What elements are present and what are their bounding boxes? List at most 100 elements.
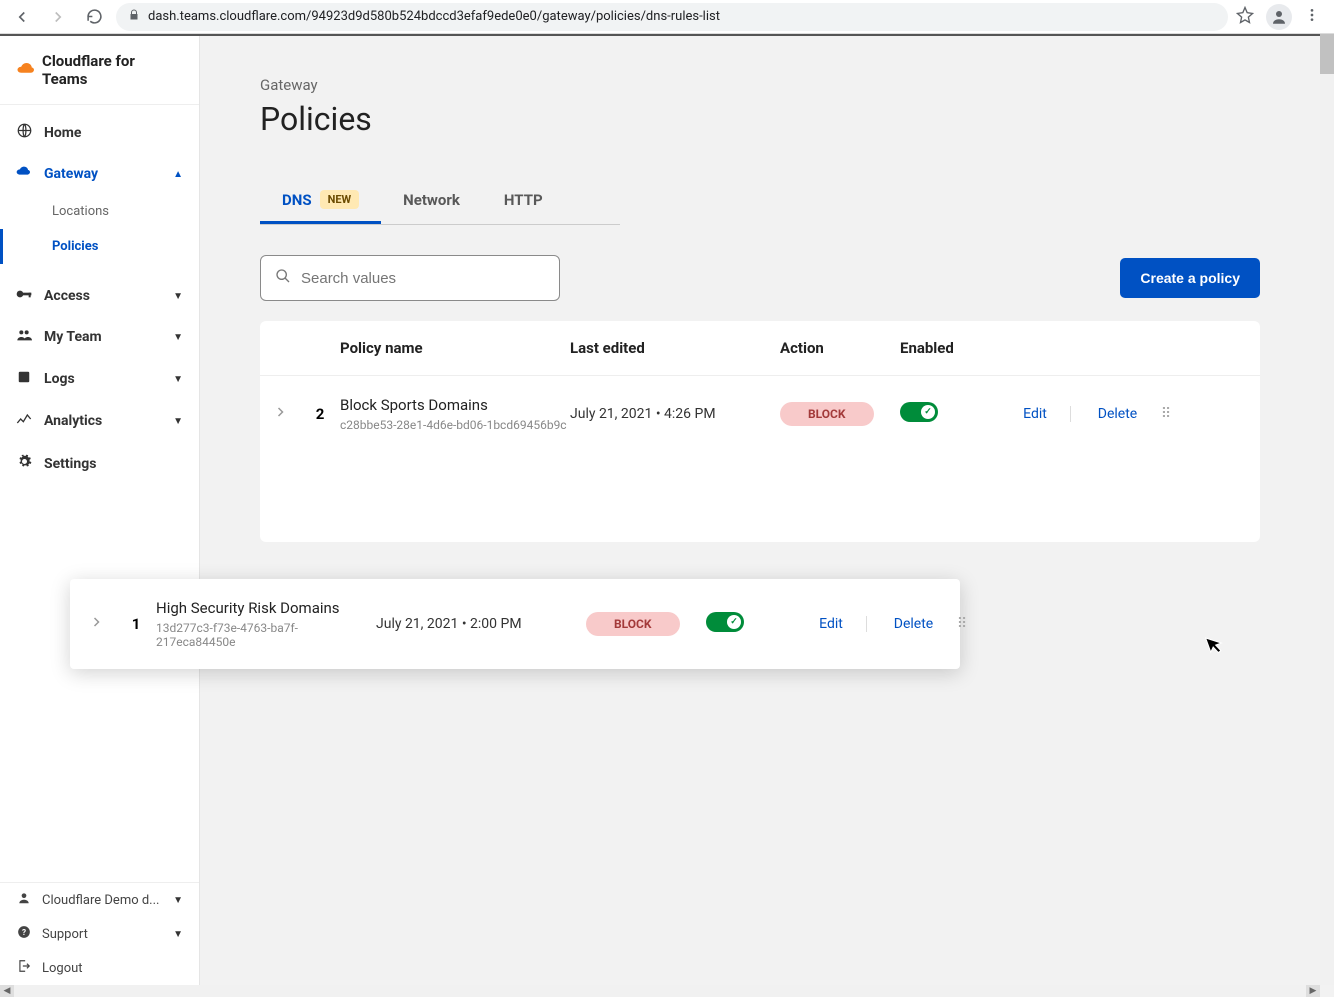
dragging-row: 1 High Security Risk Domains 13d277c3-f7… — [70, 579, 960, 669]
tabs: DNS NEW Network HTTP — [260, 178, 620, 225]
enabled-toggle[interactable] — [900, 402, 938, 422]
nav-myteam[interactable]: My Team ▼ — [0, 316, 199, 358]
breadcrumb: Gateway — [260, 76, 1260, 94]
drag-handle-icon[interactable]: ⠿ — [946, 616, 976, 632]
lock-icon — [128, 9, 140, 24]
nav-logs-label: Logs — [44, 371, 75, 387]
policy-name: High Security Risk Domains — [156, 599, 376, 617]
cursor-icon — [1204, 632, 1227, 660]
cloudflare-icon — [16, 61, 34, 80]
tab-network[interactable]: Network — [381, 178, 482, 224]
team-icon — [16, 328, 32, 346]
back-button[interactable] — [8, 3, 36, 31]
user-icon — [16, 891, 32, 909]
row-placeholder — [260, 452, 1260, 542]
url-text: dash.teams.cloudflare.com/94923d9d580b52… — [148, 9, 720, 24]
nav-settings[interactable]: Settings — [0, 442, 199, 485]
policy-id: c28bbe53-28e1-4d6e-bd06-1bcd69456b9c — [340, 418, 570, 432]
address-bar[interactable]: dash.teams.cloudflare.com/94923d9d580b52… — [116, 3, 1228, 31]
toolbar: Create a policy — [260, 255, 1260, 301]
nav-myteam-label: My Team — [44, 329, 102, 345]
help-icon: ? — [16, 925, 32, 943]
nav-gateway-label: Gateway — [44, 166, 98, 182]
gear-icon — [16, 454, 32, 473]
drag-handle-icon[interactable]: ⠿ — [1150, 406, 1180, 422]
chevron-down-icon: ▼ — [173, 416, 183, 427]
reload-button[interactable] — [80, 3, 108, 31]
policies-table: Policy name Last edited Action Enabled 2… — [260, 321, 1260, 542]
nav-locations[interactable]: Locations — [0, 194, 199, 229]
nav: Home Gateway ▲ Locations Policies Access… — [0, 105, 199, 882]
col-enabled: Enabled — [900, 339, 1000, 357]
scroll-right-arrow[interactable]: ▶ — [1306, 985, 1320, 997]
policy-row: 2 Block Sports Domains c28bbe53-28e1-4d6… — [260, 376, 1260, 452]
nav-settings-label: Settings — [44, 456, 96, 472]
last-edited: July 21, 2021 • 2:00 PM — [376, 616, 586, 632]
nav-gateway[interactable]: Gateway ▲ — [0, 154, 199, 194]
analytics-icon — [16, 412, 32, 430]
delete-link[interactable]: Delete — [1070, 406, 1150, 422]
brand-text: Cloudflare for Teams — [42, 52, 183, 88]
sidebar: Cloudflare for Teams Home Gateway ▲ Loca… — [0, 36, 200, 985]
create-policy-button[interactable]: Create a policy — [1120, 258, 1260, 298]
svg-text:?: ? — [22, 927, 26, 937]
scroll-left-arrow[interactable]: ◀ — [0, 985, 14, 997]
action-badge: BLOCK — [586, 612, 680, 636]
edit-link[interactable]: Edit — [1000, 406, 1070, 422]
nav-analytics[interactable]: Analytics ▼ — [0, 400, 199, 442]
globe-icon — [16, 123, 32, 142]
search-box[interactable] — [260, 255, 560, 301]
col-name: Policy name — [340, 339, 570, 357]
sidebar-footer: Cloudflare Demo d... ▼ ? Support ▼ Logou… — [0, 882, 199, 985]
expand-icon[interactable] — [260, 406, 300, 422]
nav-policies[interactable]: Policies — [0, 229, 199, 264]
scrollbar-thumb[interactable] — [1320, 34, 1334, 74]
chevron-up-icon: ▲ — [173, 169, 183, 180]
horizontal-scrollbar[interactable]: ◀ ▶ — [0, 985, 1320, 997]
chevron-down-icon: ▼ — [173, 895, 183, 906]
logs-icon — [16, 370, 32, 388]
brand[interactable]: Cloudflare for Teams — [0, 36, 199, 105]
col-edited: Last edited — [570, 339, 780, 357]
tab-dns[interactable]: DNS NEW — [260, 178, 381, 224]
gateway-icon — [16, 166, 32, 182]
last-edited: July 21, 2021 • 4:26 PM — [570, 406, 780, 422]
footer-support[interactable]: ? Support ▼ — [0, 917, 199, 951]
nav-access-label: Access — [44, 288, 90, 304]
nav-logs[interactable]: Logs ▼ — [0, 358, 199, 400]
enabled-toggle[interactable] — [706, 612, 744, 632]
table-header: Policy name Last edited Action Enabled — [260, 321, 1260, 376]
row-order: 2 — [300, 405, 340, 423]
chevron-down-icon: ▼ — [173, 374, 183, 385]
tab-dns-label: DNS — [282, 191, 312, 209]
col-action: Action — [780, 339, 900, 357]
nav-analytics-label: Analytics — [44, 413, 102, 429]
footer-logout[interactable]: Logout — [0, 951, 199, 985]
footer-logout-label: Logout — [42, 961, 83, 976]
footer-account-label: Cloudflare Demo d... — [42, 893, 159, 908]
chevron-down-icon: ▼ — [173, 291, 183, 302]
logout-icon — [16, 959, 32, 977]
delete-link[interactable]: Delete — [866, 616, 946, 632]
tab-http[interactable]: HTTP — [482, 178, 565, 224]
footer-account[interactable]: Cloudflare Demo d... ▼ — [0, 883, 199, 917]
nav-access[interactable]: Access ▼ — [0, 276, 199, 316]
footer-support-label: Support — [42, 927, 88, 942]
nav-home-label: Home — [44, 125, 81, 141]
nav-home[interactable]: Home — [0, 111, 199, 154]
kebab-menu-icon[interactable] — [1304, 7, 1320, 27]
page-title: Policies — [260, 100, 1260, 138]
profile-icon[interactable] — [1266, 4, 1292, 30]
app-container: Cloudflare for Teams Home Gateway ▲ Loca… — [0, 34, 1320, 985]
edit-link[interactable]: Edit — [796, 616, 866, 632]
search-input[interactable] — [301, 270, 545, 287]
scrollbar-track[interactable] — [14, 985, 1306, 997]
search-icon — [275, 268, 291, 288]
star-icon[interactable] — [1236, 6, 1254, 28]
chevron-down-icon: ▼ — [173, 332, 183, 343]
expand-icon[interactable] — [76, 616, 116, 632]
forward-button[interactable] — [44, 3, 72, 31]
browser-chrome: dash.teams.cloudflare.com/94923d9d580b52… — [0, 0, 1334, 34]
policy-id: 13d277c3-f73e-4763-ba7f-217eca84450e — [156, 621, 376, 649]
vertical-scrollbar[interactable] — [1320, 34, 1334, 985]
